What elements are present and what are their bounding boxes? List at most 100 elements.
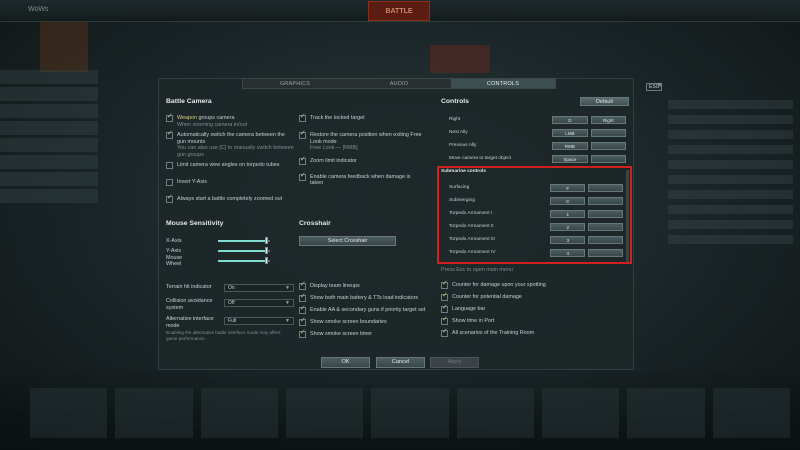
checkbox[interactable] bbox=[166, 162, 173, 169]
alternative-interface-select[interactable]: Full ▼ bbox=[224, 317, 294, 325]
select-crosshair-button[interactable]: Select Crosshair bbox=[299, 236, 396, 246]
key-label: Previous Ally bbox=[449, 143, 477, 148]
background-decoration bbox=[40, 22, 88, 72]
key-label: Submerging bbox=[449, 198, 475, 203]
key-binding-primary[interactable]: 2 bbox=[550, 222, 586, 231]
checkbox[interactable] bbox=[166, 195, 173, 203]
checkbox[interactable] bbox=[299, 157, 306, 165]
checkbox[interactable] bbox=[441, 293, 448, 301]
option-invert-y-axis[interactable]: Invert Y-Axis bbox=[166, 179, 294, 186]
option-auto-switch-camera[interactable]: Automatically switch the camera between … bbox=[166, 131, 294, 158]
checkbox[interactable] bbox=[166, 179, 173, 186]
checkbox[interactable] bbox=[299, 306, 306, 314]
option-counter-potential-damage[interactable]: Counter for potential damage bbox=[441, 293, 621, 301]
key-binding-primary[interactable]: LMB bbox=[552, 128, 588, 137]
option-language-bar[interactable]: Language bar bbox=[441, 305, 621, 313]
key-binding-secondary[interactable] bbox=[588, 248, 624, 257]
checkbox[interactable] bbox=[299, 330, 306, 338]
option-label: Limit camera view angles on torpedo tube… bbox=[177, 162, 280, 168]
submarine-controls-title: Submarine controls bbox=[441, 169, 487, 174]
option-label: Always start a battle completely zoomed … bbox=[177, 196, 283, 202]
checkbox[interactable] bbox=[299, 282, 306, 290]
ok-button[interactable]: OK bbox=[321, 357, 370, 368]
checkbox[interactable] bbox=[299, 131, 306, 139]
key-binding-secondary[interactable] bbox=[588, 183, 624, 192]
battle-camera-left-options: Weapon groups camera When zooming camera… bbox=[166, 114, 294, 203]
terrain-hit-indicator-select[interactable]: On ▼ bbox=[224, 284, 294, 292]
dropdown-label: Collision avoidance system bbox=[166, 298, 213, 311]
x-axis-slider[interactable] bbox=[218, 237, 270, 244]
option-load-indicators[interactable]: Show both main battery & TTs load indica… bbox=[299, 294, 429, 302]
checkbox[interactable] bbox=[166, 114, 173, 122]
option-aa-secondary[interactable]: Enable AA & secondary guns if priority t… bbox=[299, 306, 429, 314]
background-decoration bbox=[430, 45, 490, 73]
key-label: Torpedo Armament II bbox=[449, 224, 494, 229]
option-training-room-scenarios[interactable]: All scenarios of the Training Room bbox=[441, 329, 621, 337]
tab-audio[interactable]: AUDIO bbox=[347, 79, 451, 88]
checkbox[interactable] bbox=[441, 281, 448, 289]
main-menu-hint: Press Esc to open main menu bbox=[441, 267, 513, 273]
key-binding-secondary[interactable] bbox=[588, 196, 624, 205]
key-binding-primary[interactable]: RMB bbox=[552, 141, 588, 150]
submarine-controls-scrollbar[interactable] bbox=[626, 170, 629, 262]
battle-camera-title: Battle Camera bbox=[166, 98, 212, 105]
cancel-button[interactable]: Cancel bbox=[376, 357, 425, 368]
checkbox[interactable] bbox=[441, 305, 448, 313]
tab-graphics[interactable]: GRAPHICS bbox=[243, 79, 347, 88]
key-binding-primary[interactable]: F bbox=[550, 183, 586, 192]
option-limit-torpedo-angles[interactable]: Limit camera view angles on torpedo tube… bbox=[166, 162, 294, 169]
display-options: Display team lineups Show both main batt… bbox=[299, 282, 429, 338]
key-binding-primary[interactable]: 4 bbox=[550, 248, 586, 257]
option-team-lineups[interactable]: Display team lineups bbox=[299, 282, 429, 290]
mouse-wheel-slider[interactable] bbox=[218, 257, 270, 264]
battle-button[interactable]: BATTLE bbox=[368, 1, 430, 21]
key-binding-secondary[interactable] bbox=[590, 154, 626, 163]
tab-controls[interactable]: CONTROLS bbox=[451, 79, 555, 88]
slider-knob[interactable] bbox=[265, 247, 269, 254]
option-weapon-groups-camera[interactable]: Weapon groups camera When zooming camera… bbox=[166, 114, 294, 128]
option-label: Track the locked target bbox=[310, 115, 365, 121]
dropdown-label: Alternative interface mode bbox=[166, 316, 214, 329]
key-binding-primary[interactable]: D bbox=[552, 115, 588, 124]
top-bar: WoWs BATTLE bbox=[0, 0, 800, 22]
key-binding-secondary[interactable]: Right bbox=[590, 115, 626, 124]
key-binding-primary[interactable]: 1 bbox=[550, 209, 586, 218]
key-binding-secondary[interactable] bbox=[588, 235, 624, 244]
checkbox[interactable] bbox=[441, 329, 448, 337]
close-icon[interactable]: × bbox=[657, 80, 662, 90]
apply-button[interactable]: Apply bbox=[430, 357, 479, 368]
option-zoom-limit-indicator[interactable]: Zoom limit indicator bbox=[299, 157, 424, 165]
key-binding-primary[interactable]: Space bbox=[552, 154, 588, 163]
option-counter-spotting[interactable]: Counter for damage upon your spotting bbox=[441, 281, 621, 289]
option-camera-feedback[interactable]: Enable camera feedback when damage is ta… bbox=[299, 173, 424, 187]
key-binding-primary[interactable]: C bbox=[550, 196, 586, 205]
checkbox[interactable] bbox=[299, 318, 306, 326]
slider-knob[interactable] bbox=[265, 257, 269, 264]
option-restore-camera-position[interactable]: Restore the camera position when exiting… bbox=[299, 131, 424, 152]
slider-knob[interactable] bbox=[265, 237, 269, 244]
checkbox[interactable] bbox=[441, 317, 448, 325]
option-smoke-timer[interactable]: Show smoke screen timer bbox=[299, 330, 429, 338]
checkbox[interactable] bbox=[299, 114, 306, 122]
key-binding-secondary[interactable] bbox=[590, 141, 626, 150]
background-right-panel bbox=[668, 100, 793, 270]
key-label: Torpedo Armament III bbox=[449, 237, 495, 242]
key-binding-secondary[interactable] bbox=[588, 209, 624, 218]
background-sidebar bbox=[0, 70, 98, 220]
option-label: Restore the camera position when exiting… bbox=[310, 132, 422, 145]
checkbox[interactable] bbox=[299, 294, 306, 302]
key-binding-secondary[interactable] bbox=[590, 128, 626, 137]
option-smoke-boundaries[interactable]: Show smoke screen boundaries bbox=[299, 318, 429, 326]
option-time-in-port[interactable]: Show time in Port bbox=[441, 317, 621, 325]
checkbox[interactable] bbox=[299, 173, 306, 181]
key-binding-primary[interactable]: 3 bbox=[550, 235, 586, 244]
option-start-zoomed-out[interactable]: Always start a battle completely zoomed … bbox=[166, 195, 294, 203]
collision-avoidance-select[interactable]: Off ▼ bbox=[224, 299, 294, 307]
checkbox[interactable] bbox=[166, 131, 173, 139]
option-track-locked-target[interactable]: Track the locked target bbox=[299, 114, 424, 122]
default-button[interactable]: Default bbox=[580, 97, 629, 106]
key-binding-secondary[interactable] bbox=[588, 222, 624, 231]
option-label: Invert Y-Axis bbox=[177, 179, 207, 185]
ship-carousel bbox=[30, 388, 790, 438]
y-axis-slider[interactable] bbox=[218, 247, 270, 254]
